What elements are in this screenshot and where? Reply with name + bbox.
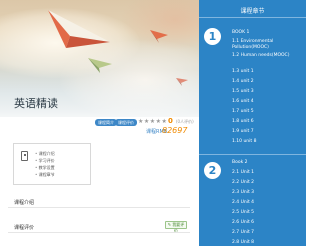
price-value: 82697 [162,126,188,135]
chapter-link[interactable]: 1.7 unit 5 [232,109,304,115]
chapter-link[interactable]: 1.1 Environmental Pollution(MOOC) [232,39,304,50]
book-number-badge: 1 [204,28,221,45]
chapter-link[interactable]: 2.6 Unit 6 [232,220,304,226]
course-meta-row: 课程简介 课程评价 ★★★★★ 0 (0人评价) 课程RMB 82697 [0,117,199,137]
tag-course-review[interactable]: 课程评价 [115,119,137,126]
tag-course-intro[interactable]: 课程简介 [95,119,117,126]
course-banner-image: 英语精读 [0,0,199,117]
chapter-link[interactable]: 2.7 Unit 7 [232,230,304,236]
chapter-link[interactable]: 2.5 Unit 5 [232,210,304,216]
section-review-heading: 课程评价 [14,225,35,231]
info-item[interactable]: 教学设置 [35,164,55,171]
divider [8,232,190,233]
chapter-link[interactable]: 2.8 Unit 8 [232,240,304,246]
chapter-link[interactable]: 1.5 unit 3 [232,89,304,95]
divider [8,207,190,208]
write-review-button[interactable]: ✎ 我要评价 [165,221,187,233]
divider [199,17,306,18]
course-info-box: 课程介绍 学习评价 教学设置 课程章节 [13,143,91,185]
chapter-panel-title: 课程章节 [240,8,265,15]
chapter-link[interactable]: 1.4 unit 2 [232,79,304,85]
chapter-link[interactable]: 1.9 unit 7 [232,129,304,135]
document-icon [21,151,28,161]
info-item[interactable]: 课程章节 [35,171,55,178]
info-item[interactable]: 课程介绍 [35,150,55,157]
info-item[interactable]: 学习评价 [35,157,55,164]
chapter-link[interactable]: 1.3 unit 1 [232,69,304,75]
info-list: 课程介绍 学习评价 教学设置 课程章节 [35,150,55,178]
chapter-link[interactable]: 2.1 Unit 1 [232,170,304,176]
chapter-link[interactable]: 1.10 unit 8 [232,139,304,145]
book-number-badge: 2 [204,162,221,179]
rating-stars: ★★★★★ [138,118,168,125]
course-main-area: 英语精读 课程简介 课程评价 ★★★★★ 0 (0人评价) 课程RMB 8269… [0,0,199,246]
chapter-link[interactable]: 1.8 unit 6 [232,119,304,125]
chapter-link[interactable]: 1.2 Human needs(MOOC) [232,53,304,59]
book-title[interactable]: Book 2 [232,160,248,165]
course-title: 英语精读 [14,97,58,110]
divider [199,154,306,155]
book-title[interactable]: BOOK 1 [232,30,249,35]
chapter-link[interactable]: 1.6 unit 4 [232,99,304,105]
chapter-panel: 课程章节 1 BOOK 1 1.1 Environmental Pollutio… [199,0,306,246]
section-intro-heading: 课程介绍 [14,200,35,206]
chapter-link[interactable]: 2.4 Unit 4 [232,200,304,206]
rating-score: 0 [168,117,173,125]
rating-count: (0人评价) [176,119,194,124]
chapter-link[interactable]: 2.3 Unit 3 [232,190,304,196]
chapter-link[interactable]: 2.2 Unit 2 [232,180,304,186]
